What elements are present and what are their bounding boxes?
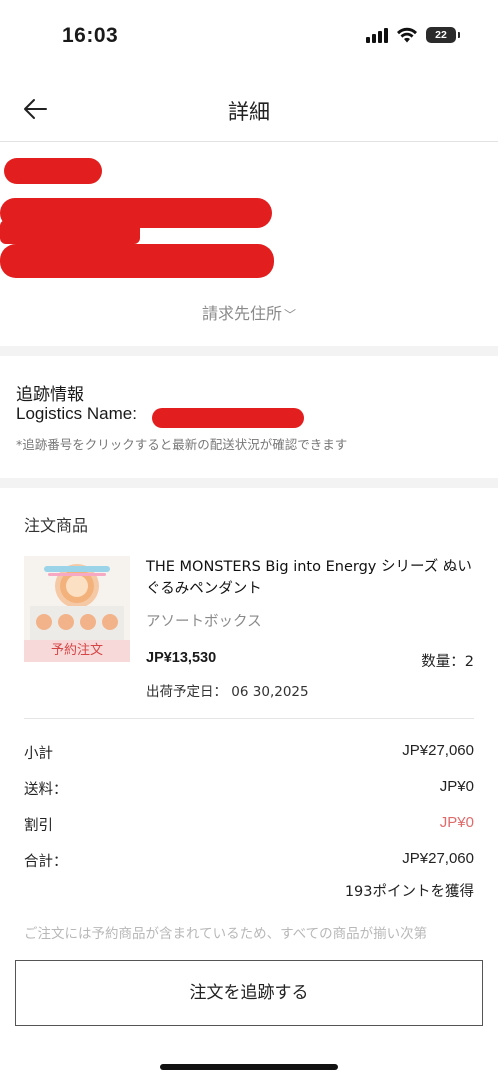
product-name[interactable]: THE MONSTERS Big into Energy シリーズ ぬいぐるみペ…: [146, 556, 476, 600]
redaction-mark: [4, 158, 102, 184]
shipping-row: 送料： JP¥0: [24, 778, 474, 800]
product-variant: アソートボックス: [146, 614, 262, 630]
discount-row: 割引 JP¥0: [24, 814, 474, 836]
page-title: 詳細: [228, 100, 270, 124]
order-title: 注文商品: [24, 516, 89, 535]
product-price: JP¥13,530: [146, 650, 217, 666]
cellular-signal-icon: [366, 27, 388, 43]
redaction-mark: [0, 220, 140, 244]
points-earned: 193ポイントを獲得: [344, 884, 474, 900]
shipping-value: JP¥0: [439, 778, 474, 795]
section-divider: [0, 346, 498, 356]
battery-icon: 22: [426, 27, 460, 43]
subtotal-label: 小計: [24, 746, 53, 762]
discount-value: JP¥0: [439, 814, 474, 831]
product-quantity: 数量：2: [421, 654, 474, 670]
status-icons: 22: [366, 27, 460, 43]
ship-date: 出荷予定日： 06 30,2025: [146, 684, 309, 700]
page-header: 詳細: [0, 80, 498, 142]
tracking-note: *追跡番号をクリックすると最新の配送状況が確認できます: [16, 437, 348, 452]
total-label: 合計：: [24, 854, 68, 870]
address-section: 請求先住所 ﹀: [0, 146, 498, 346]
redaction-mark: [0, 244, 274, 278]
total-row: 合計： JP¥27,060: [24, 850, 474, 872]
tracking-section: 追跡情報 Logistics Name: *追跡番号をクリックすると最新の配送状…: [0, 356, 498, 476]
status-time: 16:03: [62, 24, 119, 47]
wifi-icon: [397, 27, 417, 43]
logistics-label: Logistics Name:: [16, 404, 137, 423]
product-image[interactable]: 予約注文: [24, 556, 130, 662]
total-value: JP¥27,060: [402, 850, 474, 867]
chevron-down-icon: ﹀: [284, 308, 297, 322]
order-section: 注文商品 予約注文 THE MONSTERS Big into Energy シ…: [0, 488, 498, 1080]
billing-address-toggle[interactable]: 請求先住所 ﹀: [0, 300, 498, 324]
track-order-button[interactable]: 注文を追跡する: [15, 960, 483, 1026]
discount-label: 割引: [24, 818, 53, 834]
subtotal-row: 小計 JP¥27,060: [24, 742, 474, 764]
preorder-notice: ご注文には予約商品が含まれているため、すべての商品が揃い次第: [24, 926, 428, 942]
summary-divider: [24, 718, 474, 719]
logistics-name[interactable]: Logistics Name:: [16, 404, 137, 424]
subtotal-value: JP¥27,060: [402, 742, 474, 759]
tracking-title: 追跡情報: [16, 385, 84, 405]
status-bar: 16:03 22: [0, 0, 498, 70]
billing-address-label: 請求先住所: [201, 304, 282, 323]
redaction-mark: [152, 408, 304, 428]
preorder-tag: 予約注文: [24, 640, 130, 662]
shipping-label: 送料：: [24, 782, 68, 798]
home-indicator[interactable]: [160, 1064, 338, 1070]
section-divider: [0, 478, 498, 488]
